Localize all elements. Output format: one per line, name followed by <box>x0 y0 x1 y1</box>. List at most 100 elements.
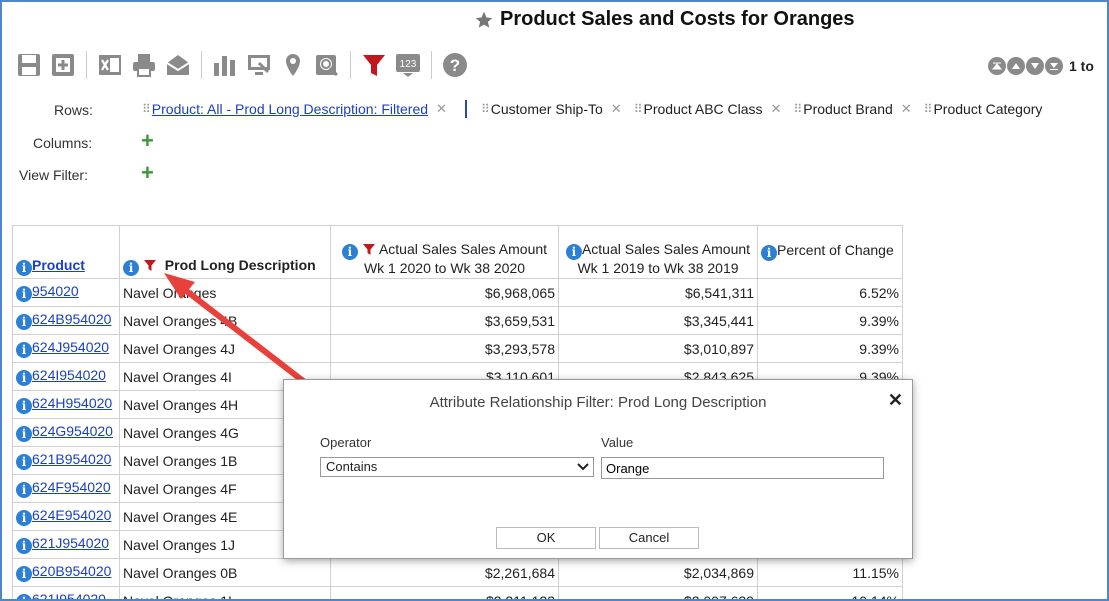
product-link[interactable]: 621I954020 <box>32 591 106 599</box>
row-item-product[interactable]: ⠿ Product: All - Prod Long Description: … <box>142 101 447 117</box>
info-icon[interactable]: i <box>16 398 32 414</box>
info-icon[interactable]: i <box>123 260 139 276</box>
product-link[interactable]: 624J954020 <box>32 339 109 355</box>
product-link[interactable]: 620B954020 <box>32 563 111 579</box>
next-page-icon[interactable] <box>1026 57 1044 75</box>
value-input[interactable] <box>601 457 884 479</box>
cell-sales-2019: $6,541,311 <box>558 278 758 307</box>
chart-icon[interactable] <box>208 48 242 82</box>
cancel-button[interactable]: Cancel <box>599 527 699 549</box>
cell-sales-2020: $3,659,531 <box>330 306 559 335</box>
cell-product: i 624J954020 <box>12 334 120 363</box>
info-icon[interactable]: i <box>16 594 32 599</box>
close-icon[interactable]: ✕ <box>888 390 903 411</box>
product-link[interactable]: 621J954020 <box>32 535 109 551</box>
info-icon[interactable]: i <box>16 566 32 582</box>
cell-product: i621I954020 <box>12 586 120 599</box>
info-icon[interactable]: i <box>16 260 32 276</box>
remove-icon[interactable]: ✕ <box>436 101 447 117</box>
info-icon[interactable]: i <box>16 510 32 526</box>
product-link[interactable]: 954020 <box>32 283 79 299</box>
info-icon[interactable]: i <box>16 538 32 554</box>
cell-desc: Navel Oranges <box>119 278 331 307</box>
svg-text:123: 123 <box>400 59 417 70</box>
help-icon[interactable]: ? <box>438 48 472 82</box>
cell-product: i 624G954020 <box>12 418 120 447</box>
cell-product: i 621B954020 <box>12 446 120 475</box>
info-icon[interactable]: i <box>16 286 32 302</box>
product-link[interactable]: 621B954020 <box>32 451 111 467</box>
drag-handle-icon[interactable]: ⠿ <box>142 102 151 116</box>
drag-handle-icon[interactable]: ⠿ <box>481 102 490 116</box>
info-icon[interactable]: i <box>761 244 777 261</box>
product-link[interactable]: 624E954020 <box>32 507 111 523</box>
filter-icon[interactable] <box>143 258 157 272</box>
info-icon[interactable]: i <box>341 244 358 260</box>
remove-icon[interactable]: ✕ <box>611 101 622 117</box>
rows-list: ⠿ Product: All - Prod Long Description: … <box>142 100 1054 118</box>
drag-handle-icon[interactable]: ⠿ <box>924 102 933 116</box>
favorite-star-icon[interactable] <box>474 10 494 30</box>
product-link[interactable]: 624B954020 <box>32 311 111 327</box>
add-column-button[interactable]: + <box>141 130 154 152</box>
save-as-icon[interactable] <box>46 48 80 82</box>
previous-page-icon[interactable] <box>1007 57 1025 75</box>
number-format-icon[interactable]: 123 <box>391 48 425 82</box>
filter-icon[interactable] <box>357 48 391 82</box>
column-sublabel: Wk 1 2020 to Wk 38 2020 <box>363 260 526 276</box>
drag-handle-icon[interactable]: ⠿ <box>793 102 802 116</box>
table-row: i 620B954020 Navel Oranges 0B $2,261,684 $2,… <box>12 558 903 587</box>
ok-button[interactable]: OK <box>496 527 596 549</box>
info-icon[interactable]: i <box>16 342 32 358</box>
first-page-icon[interactable] <box>988 57 1006 75</box>
monitor-icon[interactable] <box>242 48 276 82</box>
table-row: i 624J954020 Navel Oranges 4J $3,293,578 $3,… <box>12 334 903 363</box>
row-item-label: Product ABC Class <box>643 101 763 117</box>
cell-desc: Navel Oranges 4B <box>119 306 331 335</box>
drag-handle-icon[interactable]: ⠿ <box>634 102 643 116</box>
search-icon[interactable] <box>310 48 344 82</box>
product-link[interactable]: 624F954020 <box>32 479 111 495</box>
cell-pct: 6.52% <box>757 278 903 307</box>
product-link[interactable]: 624G954020 <box>32 423 113 439</box>
cell-sales-2020: $6,968,065 <box>330 278 559 307</box>
add-view-filter-button[interactable]: + <box>141 162 154 184</box>
info-icon[interactable]: i <box>16 370 32 386</box>
operator-select[interactable]: Contains <box>320 457 594 477</box>
cell-product: i 624F954020 <box>12 474 120 503</box>
map-pin-icon[interactable] <box>276 48 310 82</box>
operator-selected-value: Contains <box>326 459 378 474</box>
row-item-product-abc-class[interactable]: ⠿ Product ABC Class ✕ <box>634 101 782 117</box>
print-icon[interactable] <box>127 48 161 82</box>
cell-pct: 9.39% <box>757 334 903 363</box>
cell-desc: Navel Oranges 0B <box>119 558 331 587</box>
view-filter-label: View Filter: <box>19 167 88 183</box>
excel-export-icon[interactable] <box>93 48 127 82</box>
operator-label: Operator <box>320 435 372 450</box>
row-item-product-category[interactable]: ⠿ Product Category <box>924 101 1043 117</box>
page-title-text: Product Sales and Costs for Oranges <box>500 8 855 30</box>
row-item-label[interactable]: Product: All - Prod Long Description: Fi… <box>152 101 428 117</box>
cell-product: i 624B954020 <box>12 306 120 335</box>
cell-product: i 624I954020 <box>12 362 120 391</box>
email-icon[interactable] <box>161 48 195 82</box>
last-page-icon[interactable] <box>1045 57 1063 75</box>
cell-sales-2019: $3,345,441 <box>558 306 758 335</box>
save-icon[interactable] <box>12 48 46 82</box>
remove-icon[interactable]: ✕ <box>771 101 782 117</box>
info-icon[interactable]: i <box>16 314 32 330</box>
info-icon[interactable]: i <box>16 454 32 470</box>
row-item-product-brand[interactable]: ⠿ Product Brand ✕ <box>793 101 911 117</box>
info-icon[interactable]: i <box>16 482 32 498</box>
product-sort-link[interactable]: Product <box>32 257 85 273</box>
columns-label: Columns: <box>33 135 93 151</box>
cell-sales-2020: $2,261,684 <box>330 558 559 587</box>
remove-icon[interactable]: ✕ <box>901 101 912 117</box>
product-link[interactable]: 624H954020 <box>32 395 112 411</box>
row-item-customer-ship-to[interactable]: ⠿ Customer Ship-To ✕ <box>481 101 622 117</box>
product-link[interactable]: 624I954020 <box>32 367 106 383</box>
info-icon[interactable]: i <box>16 426 32 442</box>
page-title: Product Sales and Costs for Oranges <box>474 8 855 31</box>
info-icon[interactable]: i <box>565 244 582 260</box>
filter-icon[interactable] <box>362 242 376 256</box>
